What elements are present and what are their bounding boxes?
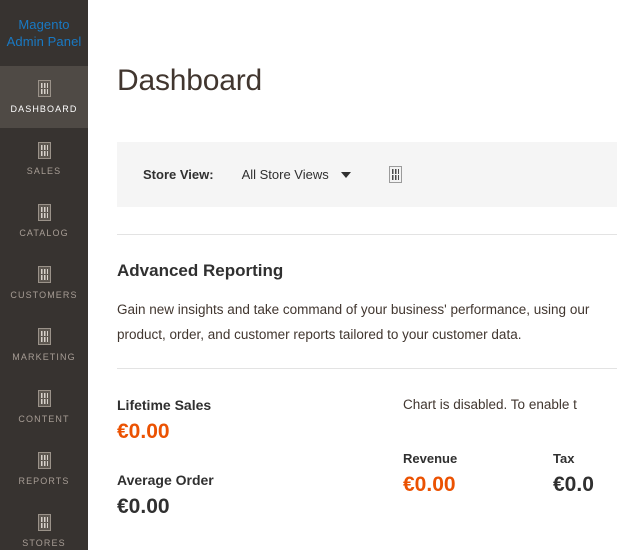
tax-value: €0.0 — [553, 473, 617, 497]
sidebar-item-label: CUSTOMERS — [10, 290, 77, 300]
admin-logo[interactable]: Magento Admin Panel — [0, 0, 88, 66]
totals-row: Revenue €0.00 Tax €0.0 — [403, 451, 617, 497]
sidebar-item-sales[interactable]: SALES — [0, 128, 88, 190]
sidebar-item-stores[interactable]: STORES — [0, 500, 88, 550]
revenue-label: Revenue — [403, 451, 553, 466]
sidebar-item-label: CONTENT — [18, 414, 69, 424]
average-order-value: €0.00 — [117, 495, 403, 519]
admin-dashboard-page: Magento Admin Panel DASHBOARD SALES CATA… — [0, 0, 617, 550]
chart-disabled-note: Chart is disabled. To enable t — [403, 397, 617, 412]
tax-label: Tax — [553, 451, 617, 466]
revenue-column: Revenue €0.00 — [403, 451, 553, 497]
dashboard-stats-right: Chart is disabled. To enable t Revenue €… — [403, 397, 617, 547]
page-title: Dashboard — [88, 0, 617, 98]
content-tofu-placeholder-icon — [38, 390, 51, 407]
sidebar-item-content[interactable]: CONTENT — [0, 376, 88, 438]
stores-tofu-placeholder-icon — [38, 514, 51, 531]
advanced-reporting-body-line2: product, order, and customer reports tai… — [117, 322, 617, 347]
main-content: Dashboard Store View: All Store Views Ad… — [88, 0, 617, 550]
sidebar-item-reports[interactable]: REPORTS — [0, 438, 88, 500]
sidebar-item-label: SALES — [27, 166, 62, 176]
store-view-tofu-placeholder-icon — [389, 166, 402, 183]
sidebar-item-customers[interactable]: CUSTOMERS — [0, 252, 88, 314]
revenue-value: €0.00 — [403, 473, 553, 497]
marketing-tofu-placeholder-icon — [38, 328, 51, 345]
average-order-block: Average Order €0.00 — [117, 472, 403, 519]
chevron-down-icon — [341, 172, 351, 178]
sidebar-nav: DASHBOARD SALES CATALOG CUSTOMERS MARKET… — [0, 66, 88, 550]
tax-column: Tax €0.0 — [553, 451, 617, 497]
store-view-label: Store View: — [143, 167, 214, 182]
store-view-selected-value: All Store Views — [242, 167, 329, 182]
sidebar-item-label: DASHBOARD — [11, 104, 78, 114]
advanced-reporting-body: Gain new insights and take command of yo… — [88, 281, 617, 347]
customers-tofu-placeholder-icon — [38, 266, 51, 283]
dashboard-tofu-placeholder-icon — [38, 80, 51, 97]
store-view-select[interactable]: All Store Views — [242, 167, 351, 182]
admin-sidebar: Magento Admin Panel DASHBOARD SALES CATA… — [0, 0, 88, 550]
lifetime-sales-block: Lifetime Sales €0.00 — [117, 397, 403, 444]
dashboard-stats: Lifetime Sales €0.00 Average Order €0.00… — [88, 369, 617, 547]
store-view-bar: Store View: All Store Views — [117, 142, 617, 207]
sidebar-item-dashboard[interactable]: DASHBOARD — [0, 66, 88, 128]
sidebar-item-label: MARKETING — [12, 352, 75, 362]
lifetime-sales-label: Lifetime Sales — [117, 397, 403, 413]
store-view-help-icon-wrap[interactable] — [389, 166, 402, 183]
sidebar-item-label: STORES — [22, 538, 65, 548]
sidebar-item-label: REPORTS — [18, 476, 69, 486]
average-order-label: Average Order — [117, 472, 403, 488]
admin-logo-line1: Magento — [18, 17, 69, 32]
sidebar-item-marketing[interactable]: MARKETING — [0, 314, 88, 376]
admin-logo-line2: Admin Panel — [7, 34, 82, 49]
sales-tofu-placeholder-icon — [38, 142, 51, 159]
sidebar-item-label: CATALOG — [19, 228, 68, 238]
reports-tofu-placeholder-icon — [38, 452, 51, 469]
lifetime-sales-value: €0.00 — [117, 420, 403, 444]
admin-logo-text: Magento Admin Panel — [7, 16, 82, 50]
advanced-reporting-heading: Advanced Reporting — [88, 235, 617, 281]
catalog-tofu-placeholder-icon — [38, 204, 51, 221]
dashboard-stats-left: Lifetime Sales €0.00 Average Order €0.00 — [117, 397, 403, 547]
sidebar-item-catalog[interactable]: CATALOG — [0, 190, 88, 252]
advanced-reporting-body-line1: Gain new insights and take command of yo… — [117, 297, 617, 322]
